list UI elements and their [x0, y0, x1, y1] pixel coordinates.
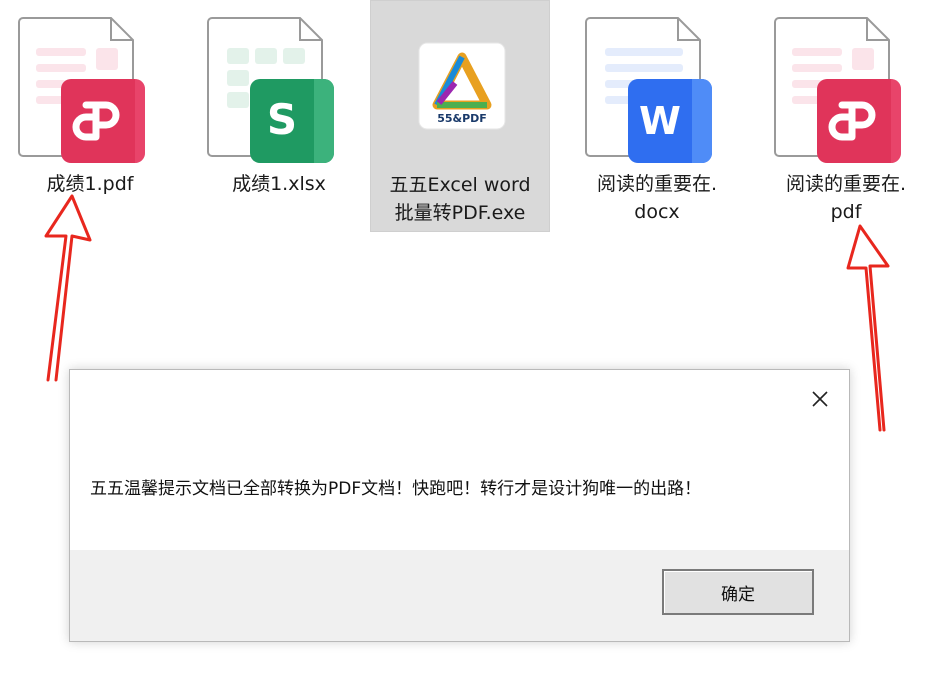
file-name-line2: pdf	[830, 201, 862, 223]
file-item-docx[interactable]: W 阅读的重要在. docx	[567, 0, 747, 232]
svg-text:S: S	[267, 95, 297, 144]
pdf-file-icon	[18, 17, 145, 163]
file-name-line2: 批量转PDF.exe	[394, 202, 526, 224]
file-name-line1: 五五Excel word	[389, 174, 531, 196]
pdf-file-icon	[774, 17, 901, 163]
file-name: 阅读的重要在. docx	[567, 170, 747, 226]
file-name-line2: docx	[634, 201, 680, 223]
ok-button[interactable]: 确定	[662, 569, 814, 615]
file-name: 成绩1.pdf	[0, 170, 180, 198]
file-name-line1: 阅读的重要在.	[596, 173, 718, 195]
close-icon[interactable]	[805, 384, 835, 414]
spreadsheet-file-icon: S	[207, 17, 334, 163]
file-name: 阅读的重要在. pdf	[756, 170, 936, 226]
svg-text:55&PDF: 55&PDF	[437, 112, 487, 125]
file-item-xlsx[interactable]: S 成绩1.xlsx	[189, 0, 369, 232]
dialog-message: 五五温馨提示文档已全部转换为PDF文档！快跑吧！转行才是设计狗唯一的出路！	[90, 479, 702, 499]
message-dialog: 五五温馨提示文档已全部转换为PDF文档！快跑吧！转行才是设计狗唯一的出路！ 确定	[69, 369, 850, 642]
file-name-line1: 成绩1.xlsx	[232, 173, 326, 195]
file-item-exe-selected[interactable]: 55&PDF 五五Excel word 批量转PDF.exe	[370, 0, 550, 232]
word-file-icon: W	[585, 17, 712, 163]
file-name-line1: 成绩1.pdf	[46, 173, 134, 195]
right-arrow	[846, 224, 890, 432]
svg-text:W: W	[639, 99, 681, 143]
app-exe-icon: 55&PDF	[418, 42, 506, 130]
file-item-pdf-1[interactable]: 成绩1.pdf	[0, 0, 180, 232]
file-name: 五五Excel word 批量转PDF.exe	[371, 171, 549, 227]
file-name-line1: 阅读的重要在.	[785, 173, 907, 195]
dialog-footer: 确定	[70, 550, 849, 641]
file-name: 成绩1.xlsx	[189, 170, 369, 198]
file-item-pdf-2[interactable]: 阅读的重要在. pdf	[756, 0, 936, 232]
